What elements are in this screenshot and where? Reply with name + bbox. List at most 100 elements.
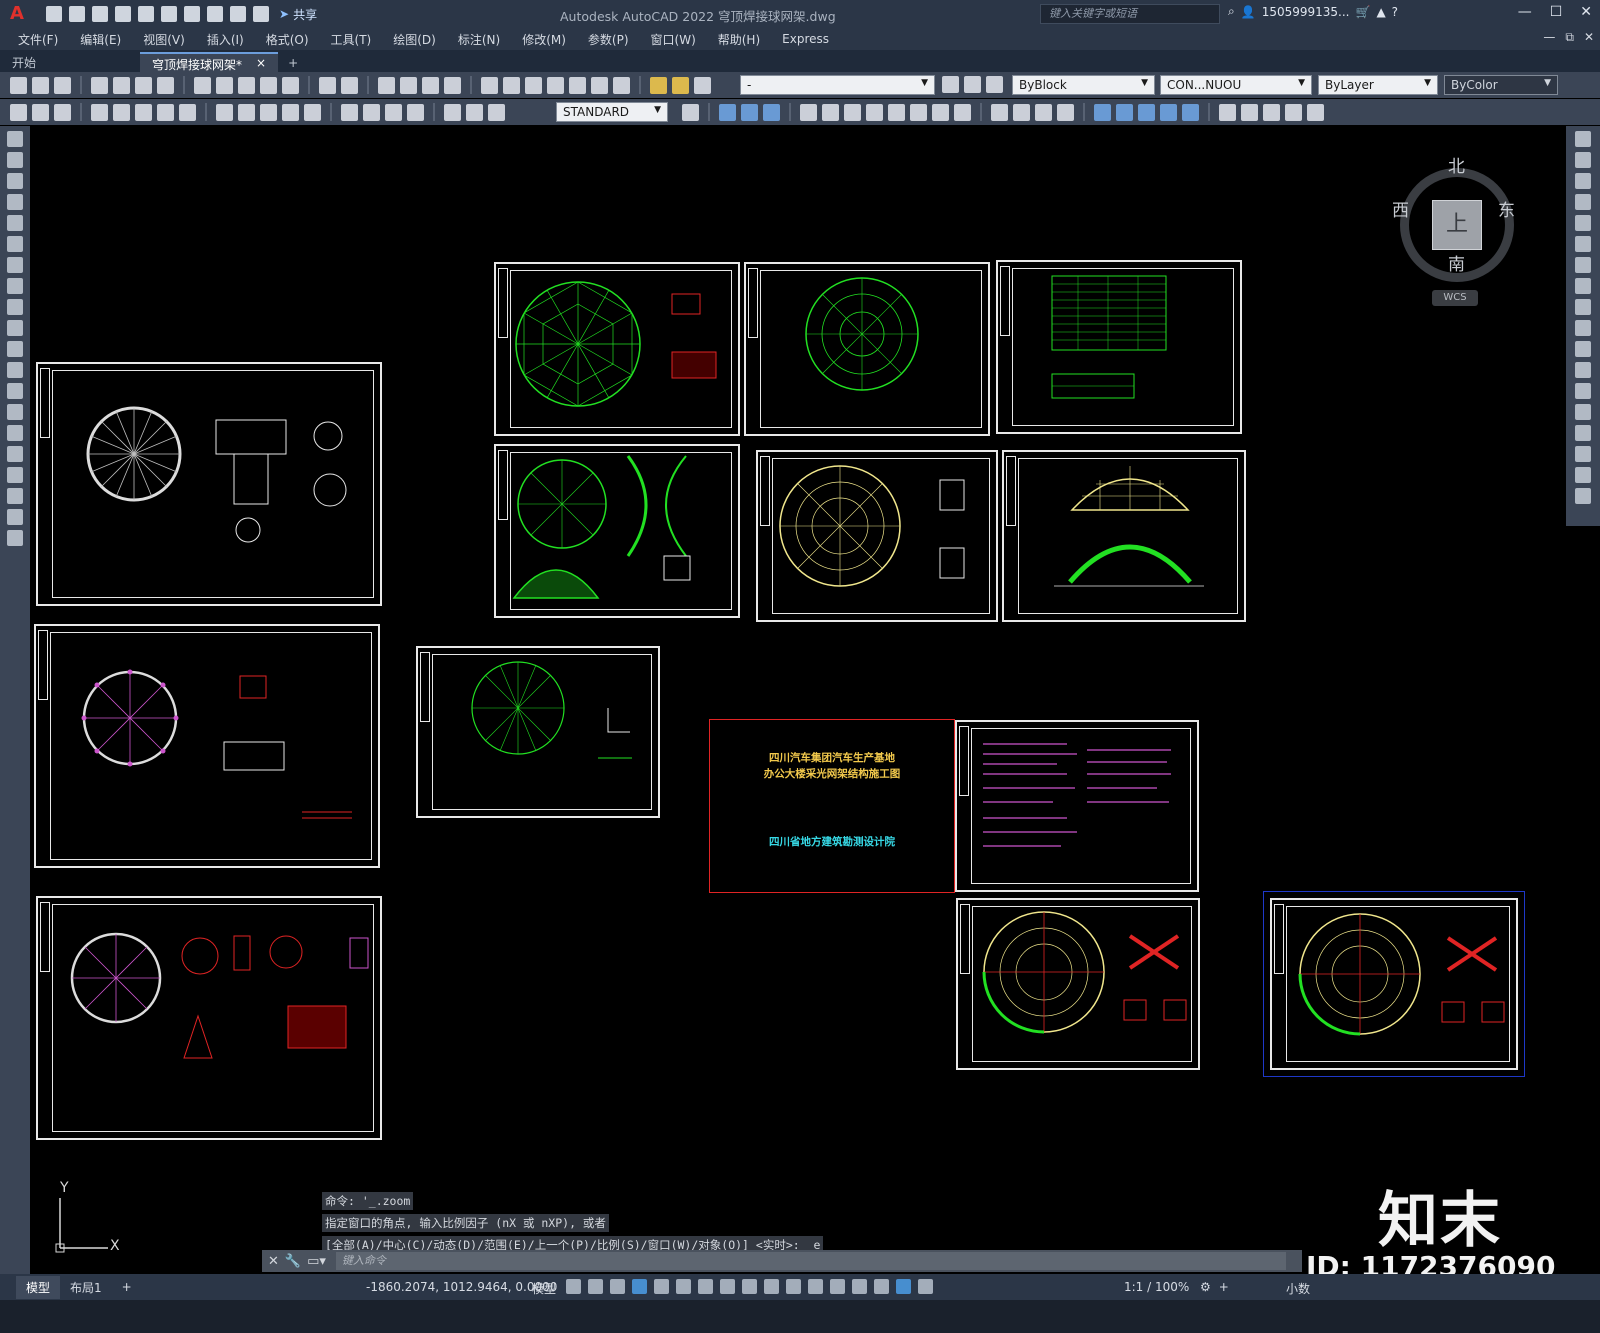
tool-palettes-icon[interactable]	[525, 76, 542, 94]
layer-lock-icon[interactable]	[694, 76, 711, 94]
radius-icon[interactable]	[113, 103, 130, 121]
hatch-icon[interactable]	[7, 425, 23, 441]
slice-icon[interactable]	[1094, 103, 1111, 121]
open-icon[interactable]	[32, 76, 49, 94]
drawing-canvas[interactable]: 四川汽车集团汽车生产基地 办公大楼采光网架结构施工图 四川省地方建筑勘测设计院	[30, 126, 1566, 1274]
zoom-realtime-icon[interactable]	[400, 76, 417, 94]
markup-icon[interactable]	[569, 76, 586, 94]
sweep-icon[interactable]	[844, 103, 861, 121]
menu-tools[interactable]: 工具(T)	[331, 31, 372, 48]
sheet-set-icon[interactable]	[547, 76, 564, 94]
add-layout-button[interactable]: +	[112, 1277, 142, 1297]
ucs-icon[interactable]	[1219, 103, 1236, 121]
presspull-icon[interactable]	[822, 103, 839, 121]
drawing-sheet-layout-plan[interactable]	[36, 362, 382, 606]
customize-dropdown-icon[interactable]	[253, 6, 269, 22]
continue-icon[interactable]	[260, 103, 277, 121]
menu-draw[interactable]: 绘图(D)	[393, 31, 436, 48]
center-mark-icon[interactable]	[363, 103, 380, 121]
menu-window[interactable]: 窗口(W)	[651, 31, 696, 48]
dim-style-icon[interactable]	[682, 103, 699, 121]
offset-icon[interactable]	[1575, 194, 1591, 210]
layer-previous-icon[interactable]	[964, 76, 981, 93]
drawing-sheet-material-table[interactable]	[996, 260, 1242, 434]
mtext-icon[interactable]	[7, 509, 23, 525]
compass-north[interactable]: 北	[1448, 152, 1465, 177]
ucs-object-icon[interactable]	[1307, 103, 1324, 121]
properties-icon[interactable]	[481, 76, 498, 94]
rectangle-icon[interactable]	[7, 215, 23, 231]
user-icon[interactable]: 👤	[1241, 5, 1256, 19]
polygon-icon[interactable]	[7, 194, 23, 210]
search-icon[interactable]: ⌕	[1228, 4, 1235, 19]
quick-dim-icon[interactable]	[216, 103, 233, 121]
drawing-sheet-dome-plan-yellow[interactable]	[756, 450, 998, 622]
drawing-sheet-dome-axonometric[interactable]	[494, 444, 740, 618]
undo-tool-icon[interactable]	[319, 76, 336, 94]
copy-icon[interactable]	[216, 76, 233, 94]
extend-icon[interactable]	[1575, 341, 1591, 357]
rotate-icon[interactable]	[1575, 257, 1591, 273]
erase-icon[interactable]	[1575, 131, 1591, 147]
copy-object-icon[interactable]	[1575, 152, 1591, 168]
aligned-dim-icon[interactable]	[32, 103, 49, 121]
region-icon[interactable]	[7, 467, 23, 483]
cover-sheet[interactable]: 四川汽车集团汽车生产基地 办公大楼采光网架结构施工图 四川省地方建筑勘测设计院	[709, 719, 955, 893]
maximize-icon[interactable]: ☐	[1550, 4, 1563, 20]
redo-icon[interactable]	[230, 6, 246, 22]
linear-dim-icon[interactable]	[10, 103, 27, 121]
doc-minimize-icon[interactable]: —	[1543, 30, 1555, 45]
section-icon[interactable]	[1116, 103, 1133, 121]
publish-icon[interactable]	[135, 76, 152, 94]
annotation-scale[interactable]: 1:1 / 100%	[1124, 1280, 1189, 1294]
explode-icon[interactable]	[1575, 488, 1591, 504]
save-as-icon[interactable]	[115, 6, 131, 22]
menu-view[interactable]: 视图(V)	[143, 31, 185, 48]
tab-close-icon[interactable]: ×	[256, 56, 266, 70]
layer-on-icon[interactable]	[650, 76, 667, 94]
shell-icon[interactable]	[1160, 103, 1177, 121]
drawing-sheet-dome-detail-1[interactable]	[956, 898, 1200, 1070]
tolerance-icon[interactable]	[341, 103, 358, 121]
new-tab-button[interactable]: +	[278, 54, 308, 72]
block-editor-icon[interactable]	[282, 76, 299, 94]
undo-icon[interactable]	[207, 6, 223, 22]
menu-help[interactable]: 帮助(H)	[718, 31, 760, 48]
menu-insert[interactable]: 插入(I)	[207, 31, 244, 48]
break-at-point-icon[interactable]	[1575, 362, 1591, 378]
tab-drawing[interactable]: 穹顶焊接球网架* ×	[140, 52, 279, 72]
circle-icon[interactable]	[7, 257, 23, 273]
textstyle-dropdown[interactable]: STANDARD ▼	[556, 102, 668, 122]
tab-layout1[interactable]: 布局1	[60, 1276, 112, 1299]
line-icon[interactable]	[7, 131, 23, 147]
preview-icon[interactable]	[113, 76, 130, 94]
layer-freeze-icon[interactable]	[672, 76, 689, 94]
loft-icon[interactable]	[888, 103, 905, 121]
help-icon[interactable]: ?	[1392, 5, 1398, 19]
blend-curves-icon[interactable]	[1575, 467, 1591, 483]
diameter-icon[interactable]	[157, 103, 174, 121]
open-web-icon[interactable]	[138, 6, 154, 22]
transparency-icon[interactable]	[764, 1279, 779, 1294]
ordinate-icon[interactable]	[91, 103, 108, 121]
polar-icon[interactable]	[654, 1279, 669, 1294]
redo-tool-icon[interactable]	[341, 76, 358, 94]
menu-parametric[interactable]: 参数(P)	[588, 31, 629, 48]
cone-icon[interactable]	[763, 103, 780, 121]
close-command-line-icon[interactable]: ✕	[268, 1254, 279, 1269]
break-icon[interactable]	[1575, 383, 1591, 399]
separate-icon[interactable]	[1182, 103, 1199, 121]
3d-array-icon[interactable]	[1057, 103, 1074, 121]
dim-update-icon[interactable]	[488, 103, 505, 121]
menu-edit[interactable]: 编辑(E)	[80, 31, 121, 48]
drawing-sheet-node-details[interactable]	[36, 896, 382, 1140]
autodesk-a360-icon[interactable]: ▲	[1376, 5, 1385, 19]
quickcalc-icon[interactable]	[591, 76, 608, 94]
customize-wrench-icon[interactable]: 🔧	[285, 1254, 301, 1269]
viewcube[interactable]: 上 北 南 东 西	[1392, 157, 1522, 290]
drawing-sheet-dome-elevation[interactable]	[1002, 450, 1246, 622]
share-button[interactable]: ➤ 共享	[279, 6, 317, 23]
autocad-logo-icon[interactable]: A	[6, 3, 28, 25]
ucs-previous-icon[interactable]	[1263, 103, 1280, 121]
menu-modify[interactable]: 修改(M)	[522, 31, 566, 48]
